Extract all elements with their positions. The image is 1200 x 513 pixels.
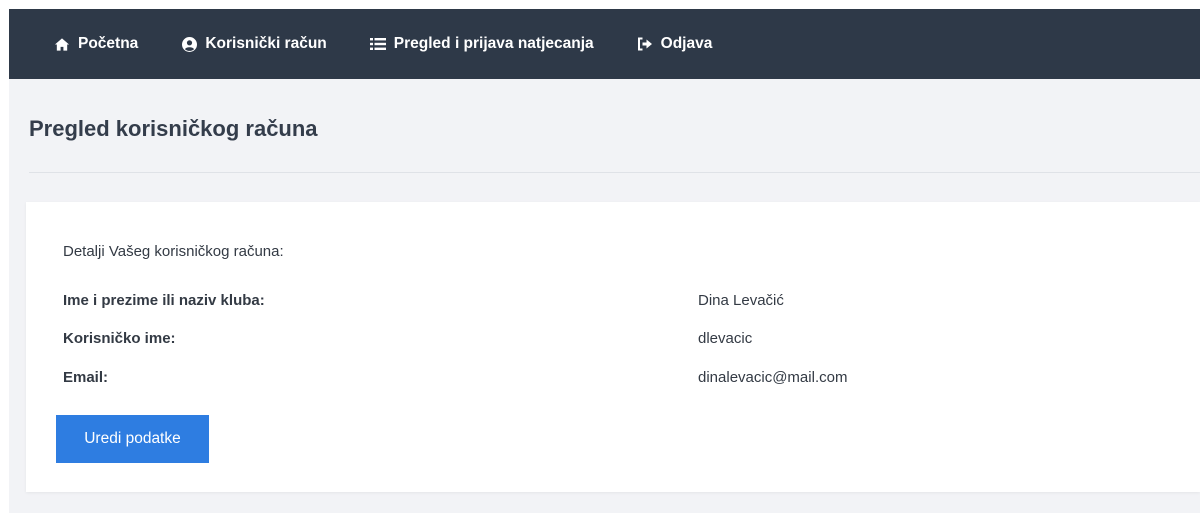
full-name-value: Dina Levačić	[698, 292, 784, 309]
edit-details-button[interactable]: Uredi podatke	[56, 415, 209, 463]
nav-item-label: Pregled i prijava natjecanja	[393, 35, 594, 52]
nav-item-account[interactable]: Korisnički račun	[181, 35, 327, 53]
nav-item-logout[interactable]: Odjava	[637, 35, 713, 53]
email-label: Email:	[63, 369, 109, 386]
nav-item-home[interactable]: Početna	[54, 35, 138, 53]
email-value: dinalevacic@mail.com	[698, 369, 848, 386]
nav-item-competitions[interactable]: Pregled i prijava natjecanja	[369, 35, 594, 53]
full-name-label: Ime i prezime ili naziv kluba:	[63, 292, 265, 309]
page-title: Pregled korisničkog računa	[29, 116, 318, 141]
home-icon	[54, 36, 70, 52]
nav-item-label: Početna	[78, 35, 139, 52]
nav-item-label: Korisnički račun	[205, 35, 327, 52]
username-label: Korisničko ime:	[63, 330, 176, 347]
username-value: dlevacic	[698, 330, 753, 347]
nav-item-label: Odjava	[660, 35, 713, 52]
list-icon	[369, 36, 386, 52]
main-content: Pregled korisničkog računa Detalji Vašeg…	[9, 79, 1200, 513]
sign-out-icon	[637, 36, 653, 52]
card-intro-text: Detalji Vašeg korisničkog računa:	[63, 243, 284, 260]
title-divider	[29, 172, 1200, 173]
user-circle-icon	[181, 36, 197, 52]
account-details-card: Detalji Vašeg korisničkog računa: Ime i …	[26, 202, 1200, 492]
top-navbar: Početna Korisnički račun Pregled i prija…	[9, 9, 1200, 79]
